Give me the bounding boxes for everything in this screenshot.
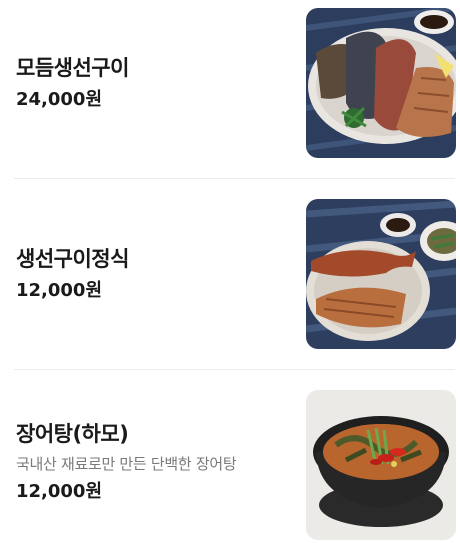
menu-item-text: 장어탕(하모) 국내산 재료로만 만든 단백한 장어탕 12,000원 <box>16 420 296 504</box>
divider <box>14 369 455 370</box>
menu-item-price: 12,000원 <box>16 481 103 502</box>
grilled-fish-set-meal-photo <box>306 199 456 349</box>
menu-item-name: 장어탕(하모) <box>16 422 129 446</box>
menu-item-grilled-fish-set[interactable]: 생선구이정식 12,000원 <box>14 199 456 349</box>
grilled-assorted-fish-photo <box>306 8 456 158</box>
divider <box>14 178 455 179</box>
menu-item-price: 24,000원 <box>16 89 103 110</box>
menu-item-name: 모듬생선구이 <box>16 56 129 80</box>
menu-item-price: 12,000원 <box>16 280 103 301</box>
menu-item-text: 생선구이정식 12,000원 <box>16 245 296 303</box>
menu-item-photo[interactable] <box>306 199 456 349</box>
menu-item-assorted-grilled-fish[interactable]: 모듬생선구이 24,000원 <box>14 8 456 158</box>
menu-item-text: 모듬생선구이 24,000원 <box>16 54 296 112</box>
menu-item-photo[interactable] <box>306 390 456 540</box>
eel-soup-photo <box>306 390 456 540</box>
menu-item-name: 생선구이정식 <box>16 247 129 271</box>
menu-item-photo[interactable] <box>306 8 456 158</box>
menu-item-eel-soup[interactable]: 장어탕(하모) 국내산 재료로만 만든 단백한 장어탕 12,000원 <box>14 390 456 540</box>
menu-item-description: 국내산 재료로만 만든 단백한 장어탕 <box>16 455 237 473</box>
